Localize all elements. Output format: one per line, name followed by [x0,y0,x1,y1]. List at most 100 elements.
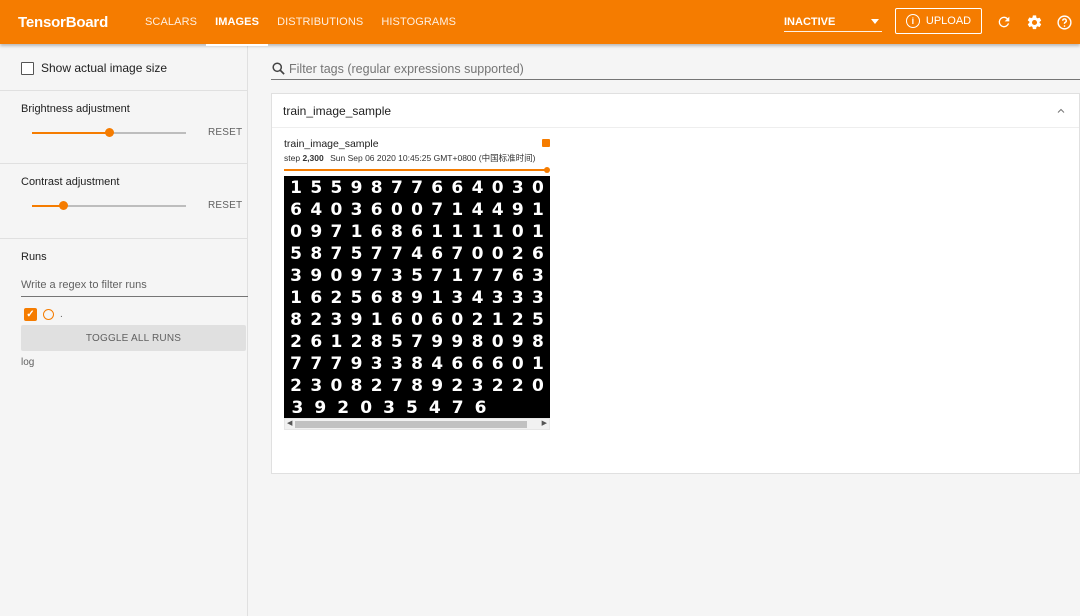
digit-glyph: 6 [310,288,323,308]
horizontal-scrollbar[interactable]: ◀ ▶ [284,418,550,430]
tab-distributions[interactable]: DISTRIBUTIONS [268,0,372,44]
tag-filter-input[interactable]: Filter tags (regular expressions support… [271,58,1080,80]
digit-glyph: 7 [390,244,403,264]
nav-tabs: SCALARS IMAGES DISTRIBUTIONS HISTOGRAMS [136,0,465,46]
digit-glyph: 5 [310,178,323,198]
brightness-slider[interactable] [32,128,186,137]
digit-glyph: 7 [411,178,423,198]
contrast-slider-knob[interactable] [58,201,68,210]
digit-glyph: 4 [428,398,441,418]
digit-glyph: 7 [451,244,464,264]
help-icon[interactable] [1054,12,1074,32]
digit-glyph: 3 [511,288,524,308]
tag-card: train_image_sample train_image_sample st… [271,93,1080,474]
runs-filter-input[interactable]: Write a regex to filter runs [21,275,248,297]
digit-glyph: 2 [451,376,464,396]
caret-down-icon [871,19,879,24]
digit-glyph: 0 [330,200,343,220]
digit-glyph: 7 [431,266,444,286]
digit-glyph: 6 [431,178,444,198]
refresh-icon[interactable] [994,12,1014,32]
brightness-reset-button[interactable]: RESET [208,127,242,138]
digit-glyph: 6 [532,244,544,264]
contrast-label: Contrast adjustment [21,176,120,188]
digit-glyph: 2 [471,310,484,330]
step-slider[interactable] [284,167,550,173]
digit-glyph: 0 [330,376,343,396]
tab-histograms[interactable]: HISTOGRAMS [372,0,465,44]
runs-section: Runs Write a regex to filter runs ✓ . TO… [0,239,248,368]
tab-images[interactable]: IMAGES [206,0,269,46]
digit-glyph: 2 [290,332,302,352]
digit-glyph: 9 [411,288,423,308]
digit-glyph: 0 [511,354,524,374]
mnist-sample-image: 1559877664030640360071449109716861111015… [284,176,550,418]
digit-glyph: 5 [411,266,423,286]
digit-glyph: 6 [370,288,383,308]
digit-glyph: 8 [370,332,383,352]
digit-glyph: 3 [532,288,544,308]
digit-glyph: 6 [511,266,524,286]
tab-scalars[interactable]: SCALARS [136,0,206,44]
digit-row: 6403600714491 [286,199,548,221]
digit-row: 7779338466601 [286,353,548,375]
brightness-slider-fill [32,132,109,134]
digit-glyph: 7 [451,398,464,418]
digit-glyph: 4 [431,354,444,374]
tag-card-header[interactable]: train_image_sample [272,94,1079,128]
digit-glyph: 2 [337,398,350,418]
scroll-right-arrow-icon[interactable]: ▶ [542,419,547,429]
app-brand: TensorBoard [18,13,109,31]
digit-glyph: 3 [451,288,464,308]
digit-glyph: 6 [431,310,444,330]
run-color-circle-icon[interactable] [43,308,54,320]
digit-glyph: 2 [511,310,524,330]
digit-glyph: 3 [383,398,395,418]
digit-glyph: 3 [511,178,524,198]
show-actual-size-checkbox[interactable]: Show actual image size [0,46,247,90]
image-card-title: train_image_sample [284,138,379,150]
digit-glyph: 8 [390,288,403,308]
digit-glyph: 7 [471,266,484,286]
brightness-slider-knob[interactable] [105,128,114,137]
scrollbar-thumb[interactable] [295,421,527,428]
digit-glyph: 5 [350,288,363,308]
digit-row: 1625689134333 [286,287,548,309]
contrast-section: Contrast adjustment RESET [0,164,247,239]
contrast-reset-button[interactable]: RESET [208,200,242,211]
digit-glyph: 6 [451,354,464,374]
digit-glyph: 1 [451,200,464,220]
inactive-dropdown[interactable]: INACTIVE [784,10,882,32]
digit-glyph: 9 [431,376,444,396]
checkbox-box[interactable] [21,61,34,75]
image-card-title-row: train_image_sample [284,138,550,152]
scroll-left-arrow-icon[interactable]: ◀ [287,419,292,429]
digit-glyph: 8 [411,376,423,396]
sidebar: Show actual image size Brightness adjust… [0,46,248,616]
digit-glyph: 7 [390,376,403,396]
top-app-bar: TensorBoard SCALARS IMAGES DISTRIBUTIONS… [0,0,1080,46]
contrast-slider[interactable] [32,201,186,210]
digit-row: 2612857998098 [286,331,548,353]
run-item[interactable]: ✓ . [0,306,247,322]
digit-row: 392035476 [286,397,548,419]
run-name: . [60,308,63,320]
step-slider-knob[interactable] [544,167,550,173]
digit-glyph: 5 [290,244,302,264]
step-slider-track [284,169,548,171]
run-checkbox[interactable]: ✓ [24,307,37,321]
gear-icon[interactable] [1024,12,1044,32]
expand-icon[interactable] [542,139,550,147]
digit-glyph: 9 [511,200,524,220]
digit-glyph: 5 [390,332,403,352]
digit-glyph: 7 [330,222,343,242]
digit-glyph: 1 [370,310,383,330]
digit-glyph: 9 [350,266,363,286]
upload-button[interactable]: i UPLOAD [895,8,982,34]
digit-glyph: 0 [511,222,524,242]
toggle-all-runs-button[interactable]: TOGGLE ALL RUNS [21,325,246,351]
chevron-up-icon[interactable] [1055,105,1067,117]
image-card: train_image_sample step 2,300 Sun Sep 06… [284,138,550,430]
digit-glyph: 0 [471,244,484,264]
digit-glyph: 2 [511,376,524,396]
